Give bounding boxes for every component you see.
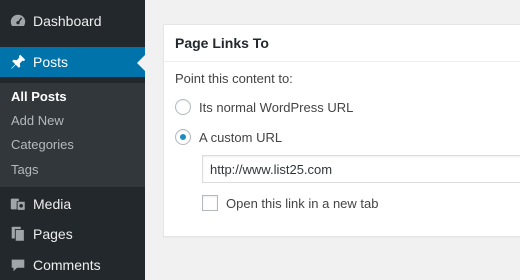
metabox-title: Page Links To (164, 25, 520, 62)
radio-label: Its normal WordPress URL (199, 99, 354, 115)
custom-url-input[interactable]: http://www.list25.com (202, 155, 520, 183)
media-icon (8, 194, 28, 214)
menu-item-media[interactable]: Media (0, 189, 145, 219)
radio-selected-dot (180, 134, 186, 140)
menu-item-label: Posts (33, 54, 69, 70)
submenu-item-tags[interactable]: Tags (11, 162, 38, 177)
new-tab-option[interactable]: Open this link in a new tab (202, 195, 378, 211)
menu-item-label: Pages (33, 226, 73, 242)
admin-sidebar: Dashboard Posts All Posts Add New Catego… (0, 0, 145, 280)
radio-button[interactable] (175, 129, 191, 145)
submenu-item-add-new[interactable]: Add New (11, 113, 64, 128)
radio-option-normal-url[interactable]: Its normal WordPress URL (175, 99, 353, 115)
new-tab-checkbox[interactable] (202, 195, 218, 211)
menu-item-label: Dashboard (33, 13, 102, 29)
point-content-label: Point this content to: (175, 71, 293, 86)
menu-item-posts[interactable]: Posts (0, 47, 145, 77)
pages-icon (8, 224, 28, 244)
dashboard-icon (8, 11, 28, 31)
radio-button[interactable] (175, 99, 191, 115)
menu-item-comments[interactable]: Comments (0, 250, 145, 280)
page-links-to-metabox: Page Links To Point this content to: Its… (163, 24, 520, 237)
comments-icon (8, 255, 28, 275)
new-tab-label: Open this link in a new tab (226, 195, 379, 211)
radio-label: A custom URL (199, 129, 283, 145)
pin-icon (8, 52, 28, 72)
posts-submenu: All Posts Add New Categories Tags (0, 83, 145, 187)
submenu-item-categories[interactable]: Categories (11, 137, 74, 152)
submenu-item-all-posts[interactable]: All Posts (11, 89, 67, 104)
menu-item-pages[interactable]: Pages (0, 219, 145, 249)
menu-item-label: Comments (33, 257, 101, 273)
menu-item-dashboard[interactable]: Dashboard (0, 6, 145, 36)
radio-option-custom-url[interactable]: A custom URL (175, 129, 282, 145)
menu-item-label: Media (33, 196, 72, 212)
